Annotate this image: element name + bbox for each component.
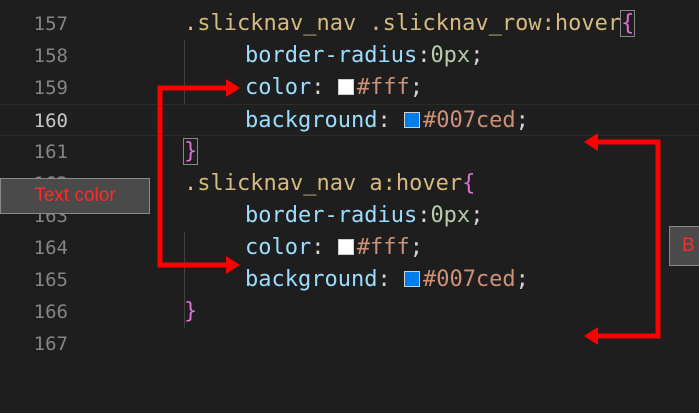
arrowhead-right — [226, 256, 240, 274]
text-color-label: Text color — [0, 178, 150, 214]
background-arrow — [598, 139, 661, 339]
arrowhead-left — [584, 133, 598, 151]
arrowhead-left — [584, 327, 598, 345]
text-color-label-text: Text color — [34, 185, 116, 206]
arrowhead-right — [226, 79, 240, 97]
text-color-arrow — [157, 85, 226, 268]
background-label-text: B — [682, 235, 695, 256]
background-label: B — [669, 226, 699, 266]
